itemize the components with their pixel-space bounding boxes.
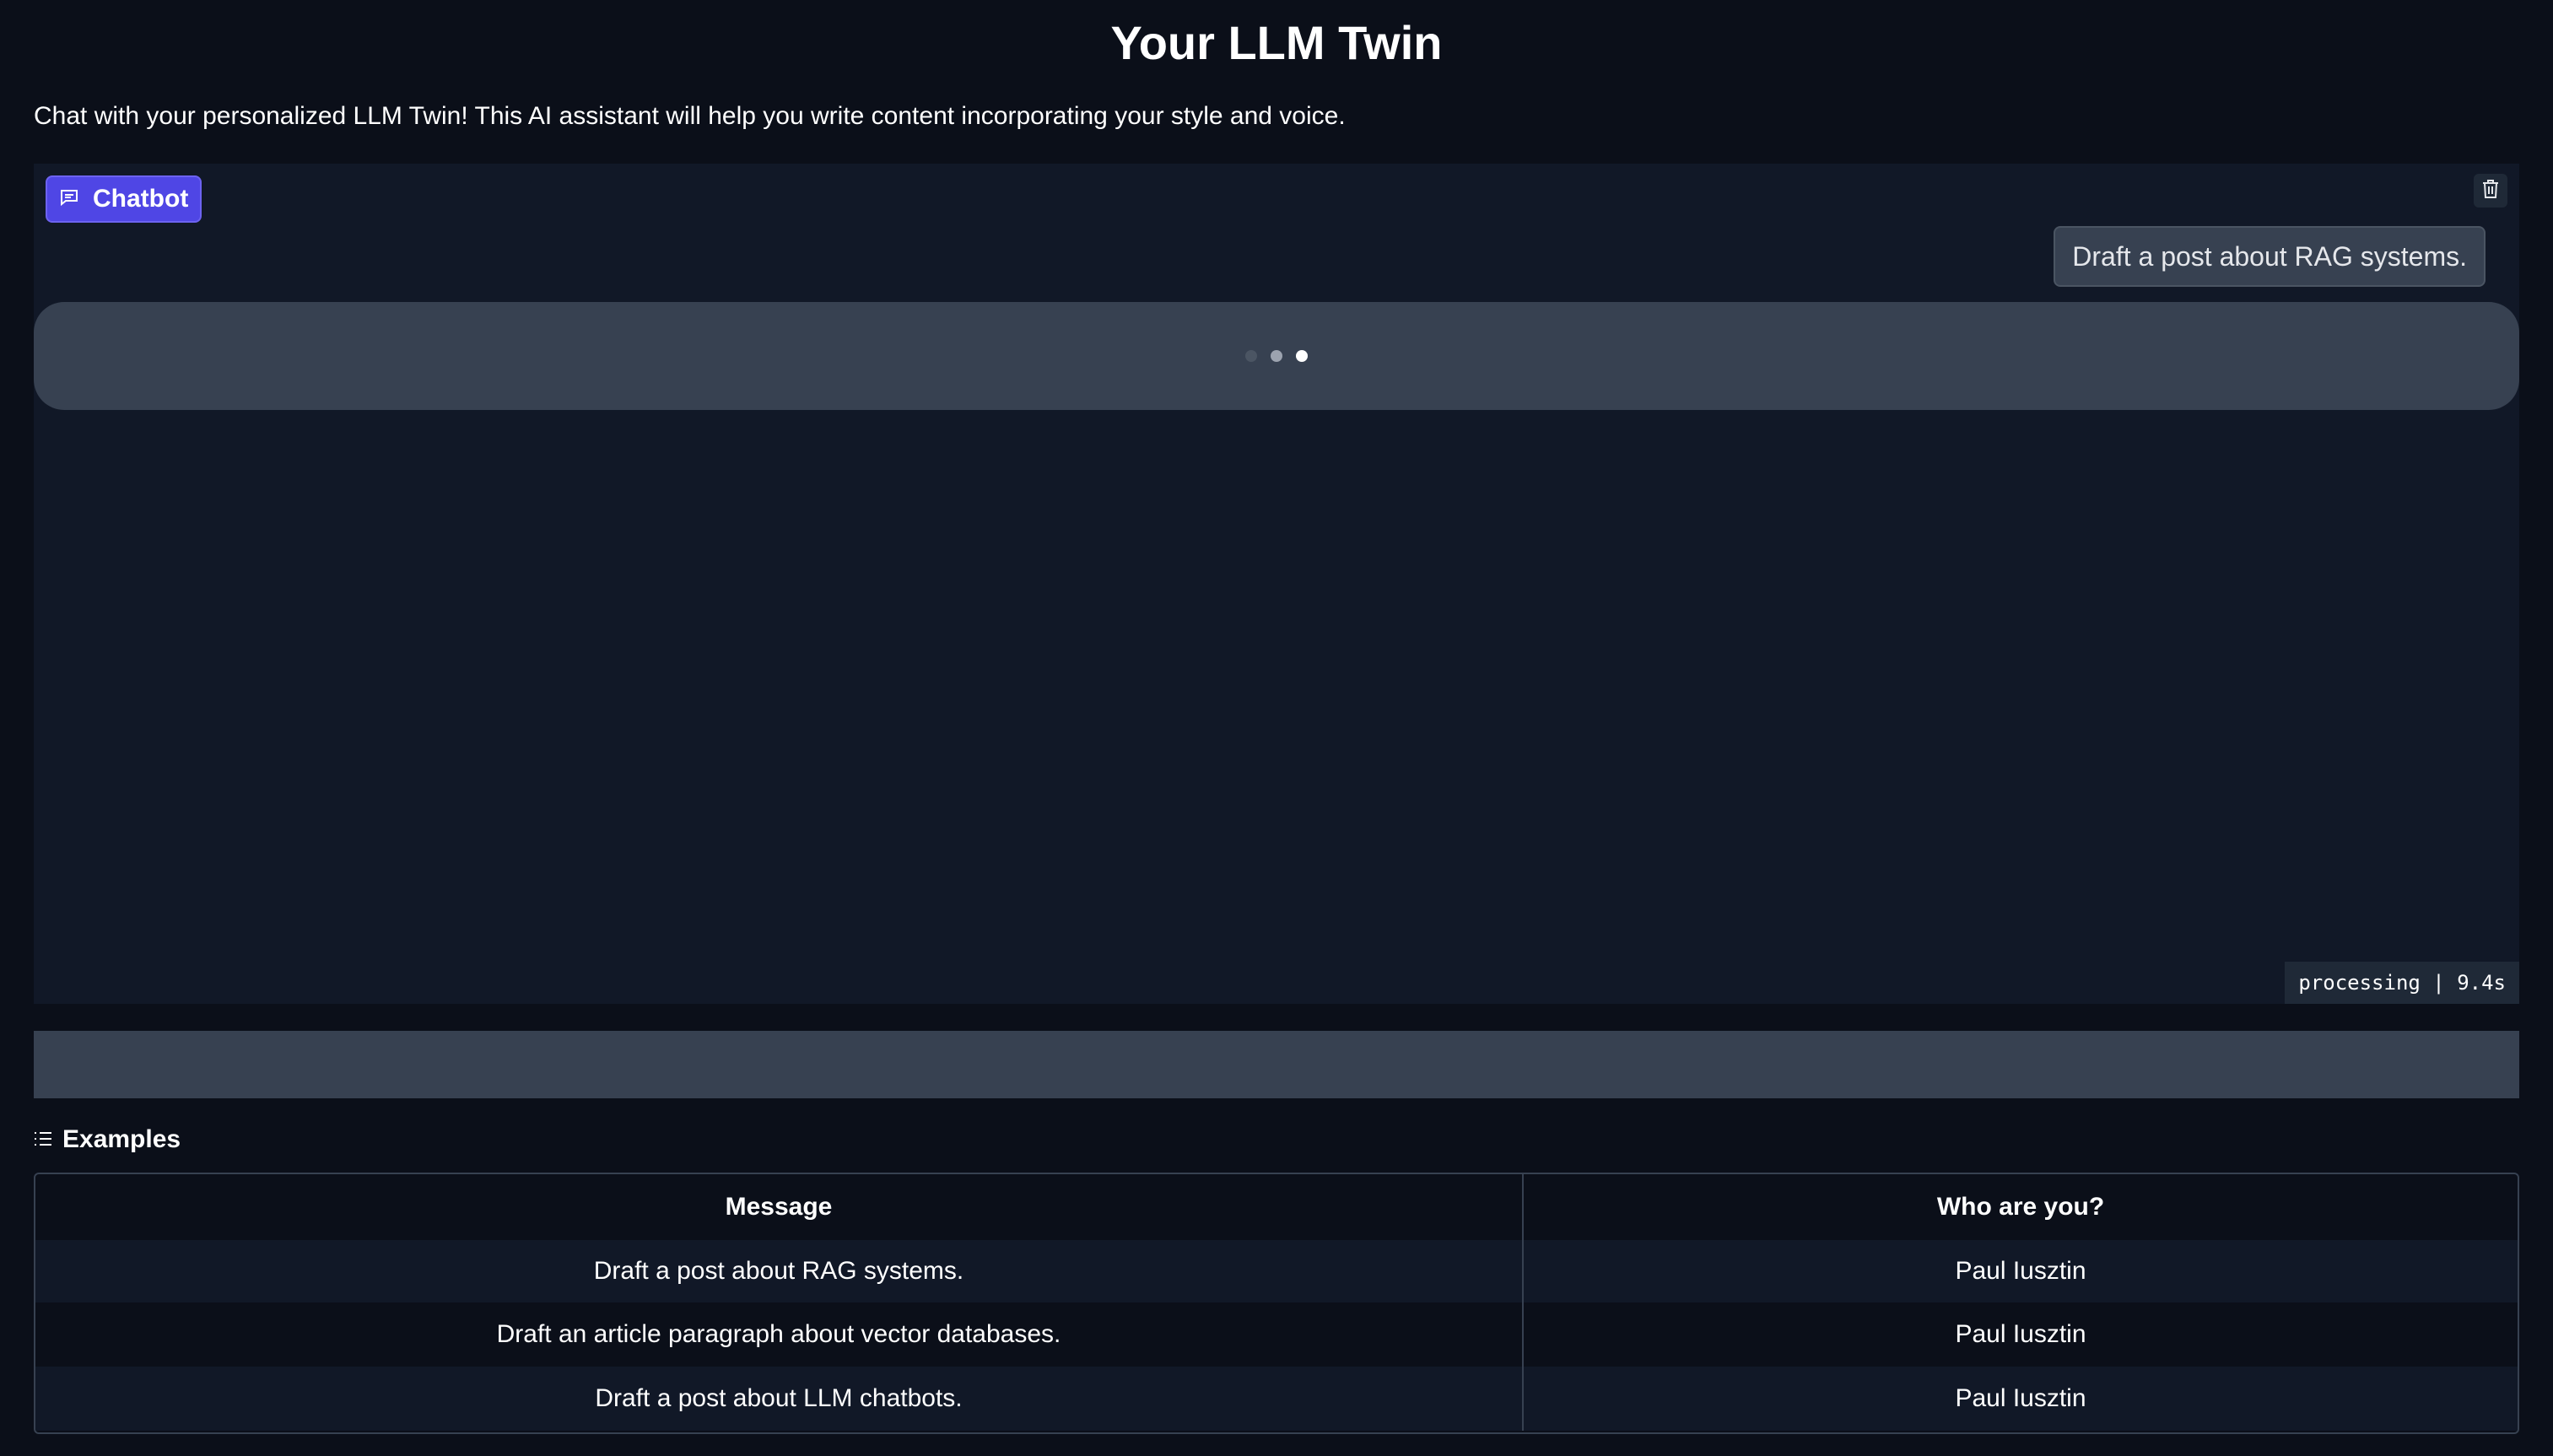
example-persona: Paul Iusztin: [1955, 1257, 2086, 1285]
user-message: Draft a post about RAG systems.: [2054, 226, 2486, 287]
message-input[interactable]: [34, 1031, 2519, 1098]
typing-dot: [1271, 350, 1282, 362]
column-header-message: Message: [35, 1174, 1524, 1240]
example-message: Draft an article paragraph about vector …: [35, 1302, 1524, 1367]
example-row[interactable]: Draft an article paragraph about vector …: [35, 1302, 2518, 1367]
example-row[interactable]: Draft a post about RAG systems. Paul Ius…: [35, 1240, 2518, 1302]
bot-pending-message: [34, 302, 2519, 410]
chatbot-label-text: Chatbot: [93, 185, 189, 213]
typing-dot: [1296, 350, 1308, 362]
examples-heading: Examples: [34, 1125, 181, 1154]
typing-dot: [1245, 350, 1257, 362]
processing-status: processing | 9.4s: [2285, 962, 2519, 1004]
column-header-who: Who are you?: [1936, 1193, 2105, 1221]
table-header-row: Message Who are you?: [35, 1174, 2518, 1240]
example-message: Draft a post about LLM chatbots.: [35, 1367, 1524, 1431]
page-description: Chat with your personalized LLM Twin! Th…: [34, 102, 1346, 130]
page-title: Your LLM Twin: [1110, 16, 1443, 69]
example-message: Draft a post about RAG systems.: [35, 1240, 1524, 1302]
chatbot-panel: Chatbot Draft a post about RAG systems. …: [34, 164, 2519, 1004]
example-persona: Paul Iusztin: [1955, 1384, 2086, 1412]
chat-bubble-icon: [59, 187, 79, 212]
examples-heading-text: Examples: [62, 1125, 181, 1153]
example-row[interactable]: Draft a post about LLM chatbots. Paul Iu…: [35, 1367, 2518, 1431]
clear-chat-button[interactable]: [2474, 174, 2507, 208]
trash-icon: [2481, 179, 2500, 203]
examples-table: Message Who are you? Draft a post about …: [34, 1173, 2519, 1434]
chatbot-label: Chatbot: [46, 175, 202, 223]
example-persona: Paul Iusztin: [1955, 1320, 2086, 1348]
list-icon: [34, 1125, 52, 1154]
